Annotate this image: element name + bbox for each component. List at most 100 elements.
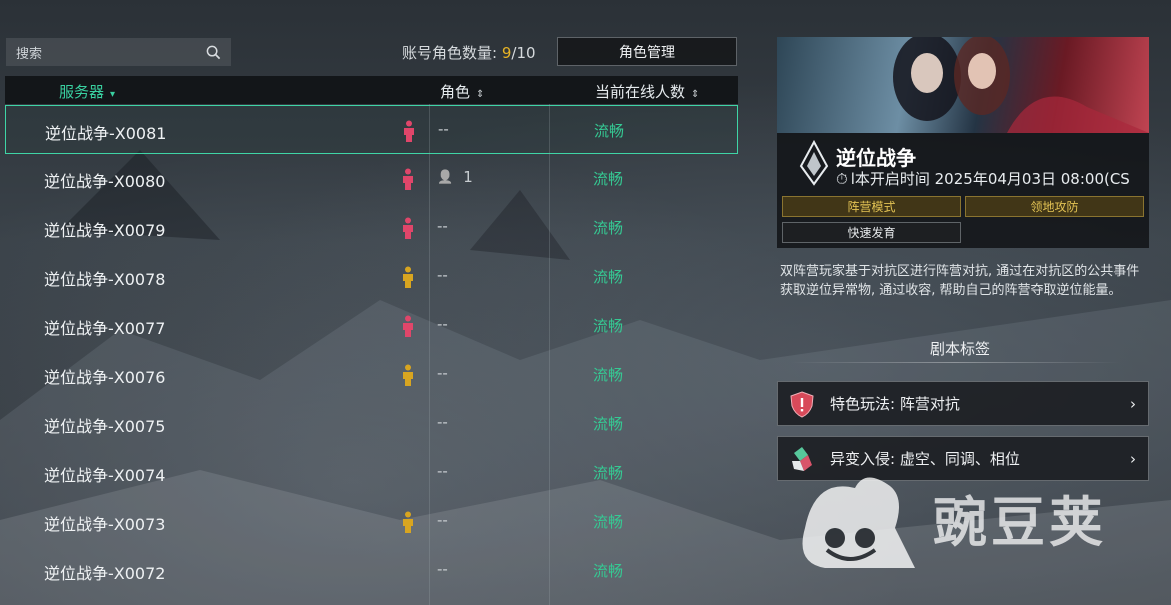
role-count: -- [437,315,448,333]
online-status: 流畅 [593,219,624,237]
tags-section-title: 剧本标签 [930,340,991,358]
header-online-label: 当前在线人数 [595,83,686,101]
role-cell: -- [437,462,448,480]
tag-camp-mode: 阵营模式 [782,196,961,217]
online-status: 流畅 [593,562,624,580]
role-cell: -- [437,364,448,382]
table-header: 服务器 ▾ 角色 ⇕ 当前在线人数 ⇕ [5,76,738,104]
chevron-right-icon: › [1130,394,1136,413]
banner-art [893,37,1149,133]
header-server[interactable]: 服务器 ▾ [59,81,115,102]
server-rows: 逆位战争-X0081 -- 流畅 逆位战争-X0080 👤 1 流畅 逆位战争-X0079 --… [5,105,738,595]
shield-icon [790,390,814,418]
online-status: 流畅 [593,170,624,188]
camp-red-icon [404,120,414,142]
role-cell: -- [437,413,448,431]
column-divider [429,104,430,605]
account-count-max: 10 [516,44,536,62]
tag-territory: 领地攻防 [965,196,1144,217]
server-name: 逆位战争-X0075 [44,417,166,436]
role-cell: 👤 1 [437,168,473,186]
chevron-right-icon: › [1130,449,1136,468]
server-table: 服务器 ▾ 角色 ⇕ 当前在线人数 ⇕ 逆位战争-X0081 -- 流畅 逆位战争-X008… [5,76,738,605]
role-cell: -- [437,511,448,529]
role-count: -- [437,462,448,480]
table-row[interactable]: 逆位战争-X0079 -- 流畅 [5,203,738,252]
server-name: 逆位战争-X0081 [45,124,167,143]
open-time-text: l本开启时间 2025年04月03日 08:00(CS [850,170,1130,188]
table-row[interactable]: 逆位战争-X0072 -- 流畅 [5,546,738,595]
server-name: 逆位战争-X0073 [44,515,166,534]
online-status: 流畅 [594,122,625,140]
role-cell: -- [437,560,448,578]
table-row[interactable]: 逆位战争-X0076 -- 流畅 [5,350,738,399]
game-title: 逆位战争 [836,146,916,170]
camp-gold-icon [403,511,413,533]
table-row[interactable]: 逆位战争-X0073 -- 流畅 [5,497,738,546]
online-status: 流畅 [593,317,624,335]
account-role-count: 账号角色数量: 9/10 [402,42,536,63]
role-count: -- [437,413,448,431]
open-time: ⏱ l本开启时间 2025年04月03日 08:00(CS [836,168,1146,189]
crystal-icon [792,446,812,471]
role-count: 1 [463,168,473,186]
section-divider [790,362,1120,363]
server-name: 逆位战争-X0076 [44,368,166,387]
feature-item-camp-battle[interactable]: 特色玩法: 阵营对抗 › [777,381,1149,426]
header-role[interactable]: 角色 ⇕ [440,81,484,102]
tag-fast-growth: 快速发育 [782,222,961,243]
server-name: 逆位战争-X0079 [44,221,166,240]
online-status: 流畅 [593,366,624,384]
clock-icon: ⏱ [836,169,848,188]
table-row[interactable]: 逆位战争-X0081 -- 流畅 [5,105,738,154]
role-count: -- [438,120,449,138]
server-name: 逆位战争-X0072 [44,564,166,583]
sort-down-icon: ▾ [110,89,116,100]
user-icon: 👤 [437,169,454,185]
game-banner [777,37,1149,133]
column-divider [549,104,550,605]
table-row[interactable]: 逆位战争-X0077 -- 流畅 [5,301,738,350]
role-cell: -- [438,120,449,138]
role-cell: -- [437,315,448,333]
header-role-label: 角色 [440,83,471,101]
server-name: 逆位战争-X0080 [44,172,166,191]
online-status: 流畅 [593,464,624,482]
table-row[interactable]: 逆位战争-X0078 -- 流畅 [5,252,738,301]
feature-label: 异变入侵: 虚空、同调、相位 [830,450,1020,468]
server-name: 逆位战争-X0077 [44,319,166,338]
role-cell: -- [437,266,448,284]
search-icon[interactable] [206,45,221,60]
role-count: -- [437,217,448,235]
camp-red-icon [403,168,413,190]
role-count: -- [437,511,448,529]
role-count: -- [437,364,448,382]
camp-red-icon [403,217,413,239]
role-cell: -- [437,217,448,235]
online-status: 流畅 [593,268,624,286]
camp-gold-icon [403,364,413,386]
table-row[interactable]: 逆位战争-X0075 -- 流畅 [5,399,738,448]
table-row[interactable]: 逆位战争-X0074 -- 流畅 [5,448,738,497]
camp-gold-icon [403,266,413,288]
role-count: -- [437,560,448,578]
feature-item-mutation[interactable]: 异变入侵: 虚空、同调、相位 › [777,436,1149,481]
server-name: 逆位战争-X0078 [44,270,166,289]
camp-red-icon [403,315,413,337]
search-input[interactable]: 搜索 [16,43,206,62]
server-name: 逆位战争-X0074 [44,466,166,485]
watermark-text: 豌豆荚 [933,491,1107,554]
account-count-label: 账号角色数量: [402,44,502,62]
header-server-label: 服务器 [59,83,105,101]
game-logo-icon [799,140,829,186]
server-description: 双阵营玩家基于对抗区进行阵营对抗, 通过在对抗区的公共事件获取逆位异常物, 通过… [780,264,1140,298]
account-count-current: 9 [501,44,512,62]
online-status: 流畅 [593,415,624,433]
online-status: 流畅 [593,513,624,531]
search-box[interactable]: 搜索 [6,38,231,66]
sort-icon: ⇕ [476,89,485,100]
header-online[interactable]: 当前在线人数 ⇕ [595,81,699,102]
feature-label: 特色玩法: 阵营对抗 [830,395,960,413]
role-manage-button[interactable]: 角色管理 [557,37,737,66]
table-row[interactable]: 逆位战争-X0080 👤 1 流畅 [5,154,738,203]
